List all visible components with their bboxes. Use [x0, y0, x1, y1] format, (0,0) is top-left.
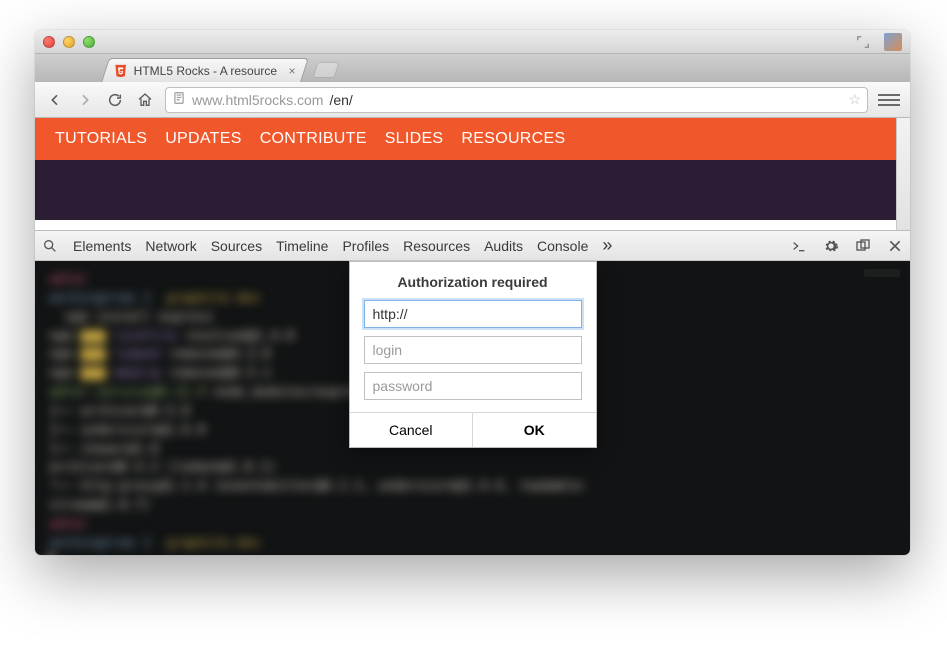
devtools-tab-resources[interactable]: Resources — [403, 238, 470, 254]
tab-strip: HTML5 Rocks - A resource × — [35, 54, 910, 82]
devtools-panel: Elements Network Sources Timeline Profil… — [35, 230, 910, 555]
authorization-dialog: Authorization required Cancel OK — [349, 261, 597, 448]
ok-button[interactable]: OK — [472, 413, 596, 447]
devtools-tab-profiles[interactable]: Profiles — [342, 238, 389, 254]
drawer-toggle-icon[interactable] — [790, 237, 808, 255]
address-bar[interactable]: www.html5rocks.com/en/ ☆ — [165, 87, 868, 113]
traffic-lights — [43, 36, 95, 48]
nav-tutorials[interactable]: TUTORIALS — [55, 130, 147, 148]
browser-tab[interactable]: HTML5 Rocks - A resource × — [101, 58, 309, 82]
browser-window: HTML5 Rocks - A resource × www.html5rock… — [35, 30, 910, 555]
chrome-menu-button[interactable] — [878, 90, 900, 110]
devtools-content: adler workingtree ├ graphite-dev npm ins… — [35, 261, 910, 555]
cancel-button[interactable]: Cancel — [350, 413, 473, 447]
dock-icon[interactable] — [854, 237, 872, 255]
tab-close-icon[interactable]: × — [289, 64, 296, 78]
url-path: /en/ — [329, 92, 352, 108]
forward-button[interactable] — [75, 90, 95, 110]
devtools-tab-sources[interactable]: Sources — [211, 238, 262, 254]
url-host: www.html5rocks.com — [192, 92, 323, 108]
back-button[interactable] — [45, 90, 65, 110]
nav-contribute[interactable]: CONTRIBUTE — [260, 130, 367, 148]
home-button[interactable] — [135, 90, 155, 110]
auth-password-input[interactable] — [364, 372, 582, 400]
page-viewport: TUTORIALS UPDATES CONTRIBUTE SLIDES RESO… — [35, 118, 910, 230]
gear-icon[interactable] — [822, 237, 840, 255]
devtools-tab-console[interactable]: Console — [537, 238, 588, 254]
devtools-tab-elements[interactable]: Elements — [73, 238, 131, 254]
nav-updates[interactable]: UPDATES — [165, 130, 241, 148]
fullscreen-icon[interactable] — [856, 35, 870, 49]
devtools-tabstrip: Elements Network Sources Timeline Profil… — [35, 231, 910, 261]
auth-login-input[interactable] — [364, 336, 582, 364]
site-navigation: TUTORIALS UPDATES CONTRIBUTE SLIDES RESO… — [35, 118, 910, 160]
page-scrollbar[interactable] — [896, 118, 910, 230]
html5-favicon — [114, 64, 128, 78]
tab-title: HTML5 Rocks - A resource — [134, 64, 277, 78]
minimize-window-button[interactable] — [63, 36, 75, 48]
bookmark-star-icon[interactable]: ☆ — [848, 91, 861, 108]
devtools-tab-audits[interactable]: Audits — [484, 238, 523, 254]
nav-resources[interactable]: RESOURCES — [461, 130, 565, 148]
browser-toolbar: www.html5rocks.com/en/ ☆ — [35, 82, 910, 118]
close-window-button[interactable] — [43, 36, 55, 48]
new-tab-button[interactable] — [312, 62, 339, 78]
reload-button[interactable] — [105, 90, 125, 110]
page-icon — [172, 91, 186, 108]
dialog-title: Authorization required — [350, 262, 596, 300]
profile-avatar[interactable] — [884, 33, 902, 51]
devtools-tab-timeline[interactable]: Timeline — [276, 238, 328, 254]
search-icon[interactable] — [41, 237, 59, 255]
minimap-indicator — [864, 269, 900, 277]
hero-banner — [35, 160, 910, 220]
auth-url-input[interactable] — [364, 300, 582, 328]
nav-slides[interactable]: SLIDES — [385, 130, 444, 148]
devtools-tab-network[interactable]: Network — [145, 238, 196, 254]
devtools-close-icon[interactable] — [886, 237, 904, 255]
window-titlebar — [35, 30, 910, 54]
devtools-tab-overflow[interactable]: » — [602, 235, 612, 256]
zoom-window-button[interactable] — [83, 36, 95, 48]
